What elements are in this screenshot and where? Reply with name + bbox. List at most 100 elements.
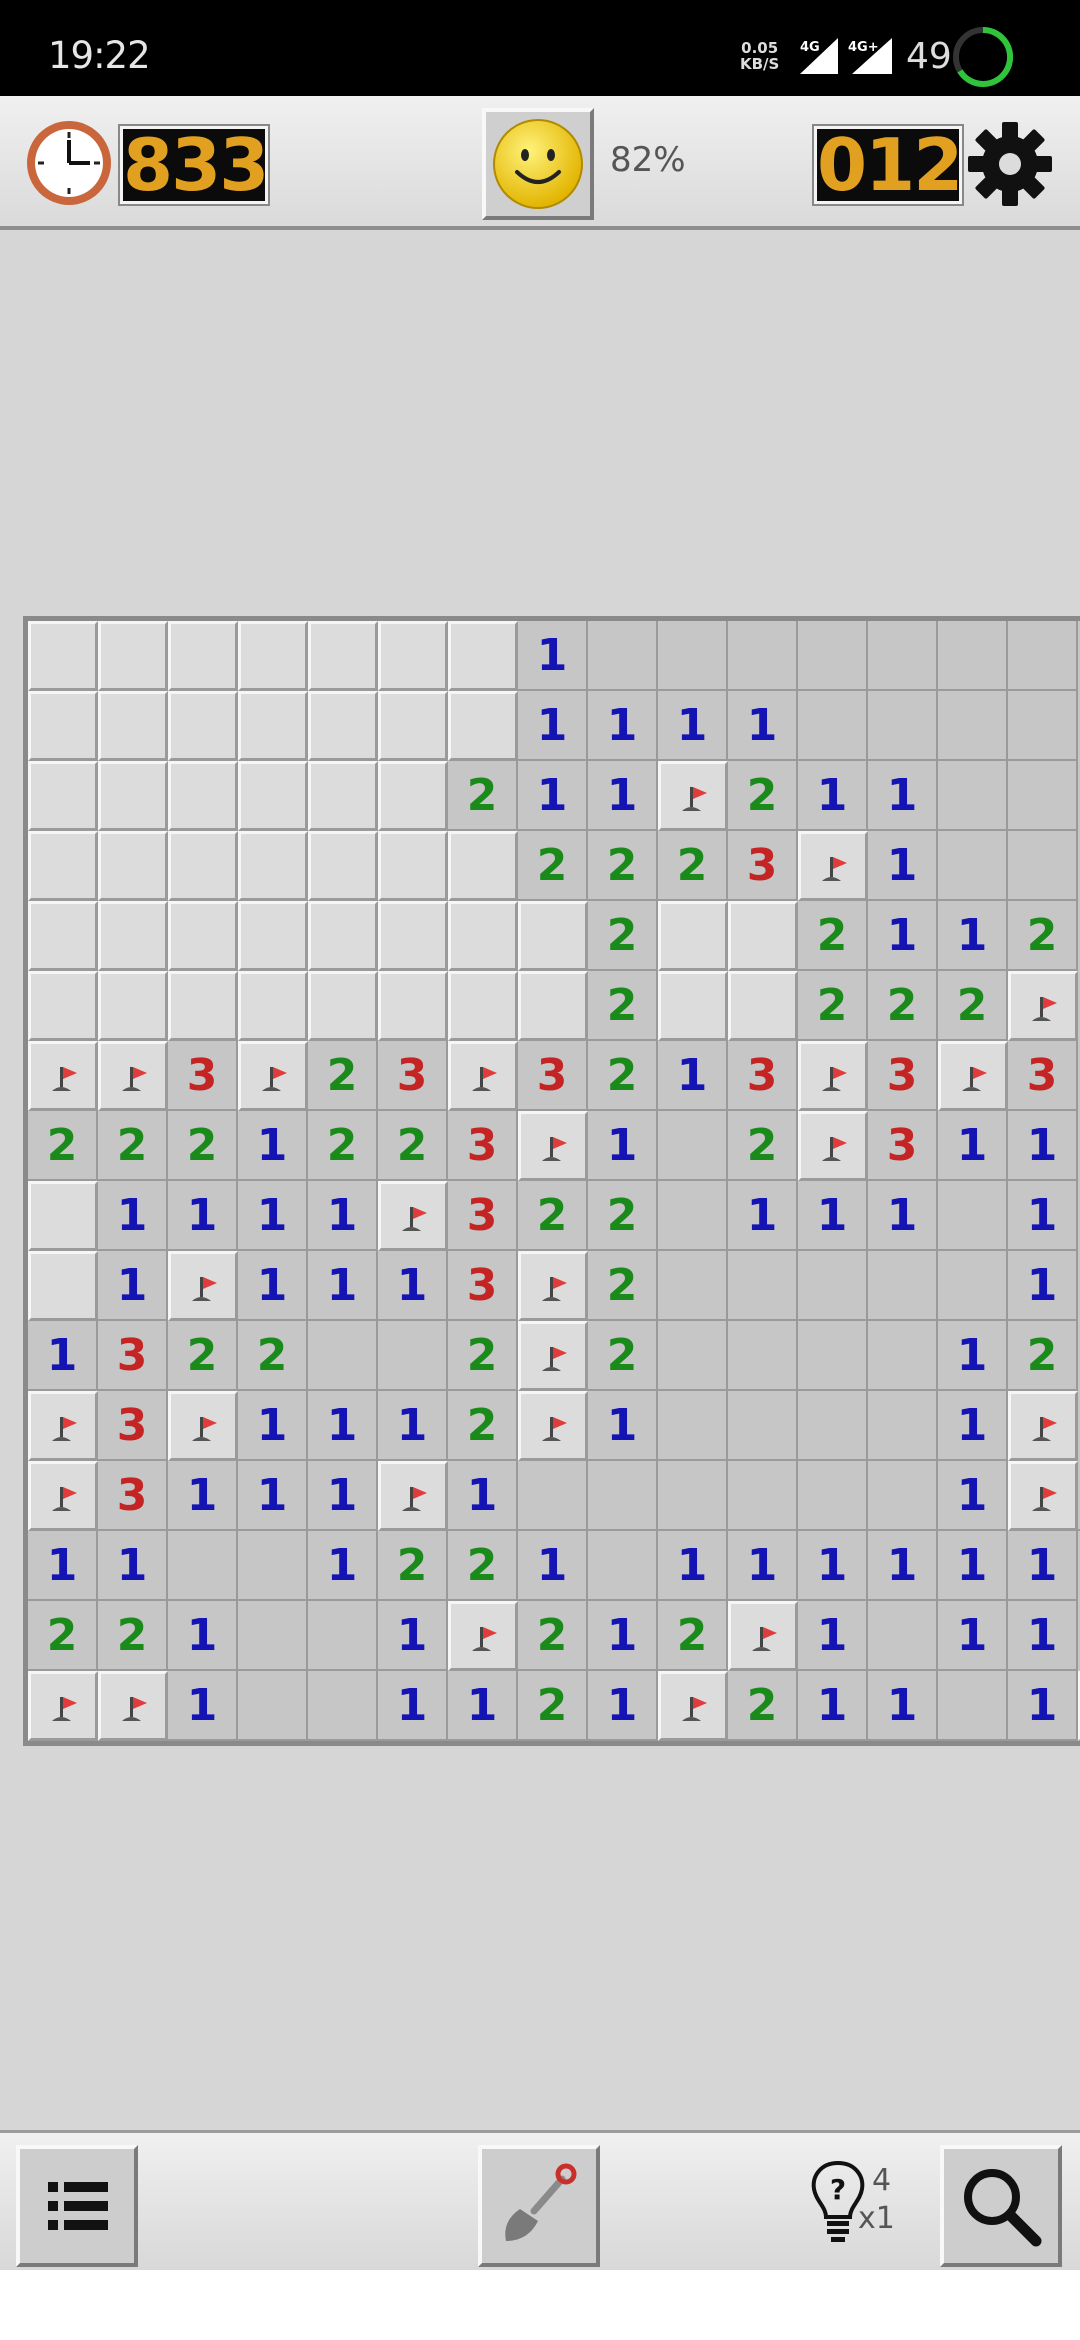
number-cell[interactable]: 1 [658,691,728,761]
number-cell[interactable]: 1 [378,1601,448,1671]
hidden-cell[interactable] [728,971,798,1041]
flagged-cell[interactable] [238,1041,308,1111]
number-cell[interactable]: 1 [798,761,868,831]
hidden-cell[interactable] [378,621,448,691]
number-cell[interactable]: 2 [168,1321,238,1391]
hidden-cell[interactable] [28,621,98,691]
hidden-cell[interactable] [518,971,588,1041]
number-cell[interactable]: 1 [378,1671,448,1741]
revealed-cell[interactable] [728,1461,798,1531]
number-cell[interactable]: 1 [238,1111,308,1181]
flagged-cell[interactable] [518,1321,588,1391]
number-cell[interactable]: 1 [938,1321,1008,1391]
number-cell[interactable]: 2 [378,1111,448,1181]
number-cell[interactable]: 2 [588,971,658,1041]
hidden-cell[interactable] [98,831,168,901]
revealed-cell[interactable] [868,1251,938,1321]
hidden-cell[interactable] [448,831,518,901]
revealed-cell[interactable] [868,621,938,691]
number-cell[interactable]: 2 [518,1601,588,1671]
number-cell[interactable]: 1 [728,1531,798,1601]
number-cell[interactable]: 3 [1008,1041,1078,1111]
hidden-cell[interactable] [28,831,98,901]
hidden-cell[interactable] [28,691,98,761]
revealed-cell[interactable] [1008,761,1078,831]
search-button[interactable] [940,2145,1062,2267]
number-cell[interactable]: 2 [728,761,798,831]
number-cell[interactable]: 1 [1008,1111,1078,1181]
number-cell[interactable]: 2 [588,1251,658,1321]
flagged-cell[interactable] [798,1041,868,1111]
revealed-cell[interactable] [658,1461,728,1531]
flagged-cell[interactable] [658,1671,728,1741]
flagged-cell[interactable] [378,1181,448,1251]
revealed-cell[interactable] [658,1181,728,1251]
number-cell[interactable]: 2 [518,1181,588,1251]
number-cell[interactable]: 1 [1008,1251,1078,1321]
revealed-cell[interactable] [938,621,1008,691]
hidden-cell[interactable] [168,901,238,971]
flagged-cell[interactable] [518,1111,588,1181]
revealed-cell[interactable] [868,1461,938,1531]
revealed-cell[interactable] [798,1321,868,1391]
number-cell[interactable]: 1 [518,761,588,831]
revealed-cell[interactable] [658,1251,728,1321]
revealed-cell[interactable] [868,1391,938,1461]
revealed-cell[interactable] [798,621,868,691]
number-cell[interactable]: 1 [308,1251,378,1321]
hidden-cell[interactable] [238,621,308,691]
number-cell[interactable]: 1 [658,1041,728,1111]
menu-button[interactable] [16,2145,138,2267]
number-cell[interactable]: 2 [658,831,728,901]
number-cell[interactable]: 2 [28,1111,98,1181]
number-cell[interactable]: 1 [798,1601,868,1671]
number-cell[interactable]: 2 [588,831,658,901]
dig-mode-button[interactable] [478,2145,600,2267]
hidden-cell[interactable] [238,831,308,901]
revealed-cell[interactable] [308,1601,378,1671]
revealed-cell[interactable] [588,1461,658,1531]
hidden-cell[interactable] [98,971,168,1041]
number-cell[interactable]: 1 [868,1181,938,1251]
revealed-cell[interactable] [518,1461,588,1531]
hidden-cell[interactable] [28,761,98,831]
flagged-cell[interactable] [518,1391,588,1461]
number-cell[interactable]: 1 [308,1181,378,1251]
revealed-cell[interactable] [798,1461,868,1531]
revealed-cell[interactable] [588,1531,658,1601]
number-cell[interactable]: 2 [448,761,518,831]
flagged-cell[interactable] [98,1041,168,1111]
number-cell[interactable]: 2 [168,1111,238,1181]
number-cell[interactable]: 2 [728,1671,798,1741]
number-cell[interactable]: 1 [588,761,658,831]
hidden-cell[interactable] [308,971,378,1041]
number-cell[interactable]: 1 [378,1391,448,1461]
number-cell[interactable]: 1 [938,1111,1008,1181]
number-cell[interactable]: 3 [378,1041,448,1111]
revealed-cell[interactable] [938,761,1008,831]
number-cell[interactable]: 1 [1008,1181,1078,1251]
hidden-cell[interactable] [518,901,588,971]
number-cell[interactable]: 2 [798,901,868,971]
hidden-cell[interactable] [98,901,168,971]
number-cell[interactable]: 2 [28,1601,98,1671]
number-cell[interactable]: 2 [588,901,658,971]
hidden-cell[interactable] [658,971,728,1041]
number-cell[interactable]: 3 [518,1041,588,1111]
hidden-cell[interactable] [658,901,728,971]
hidden-cell[interactable] [28,971,98,1041]
revealed-cell[interactable] [168,1531,238,1601]
flagged-cell[interactable] [98,1671,168,1741]
number-cell[interactable]: 1 [28,1321,98,1391]
number-cell[interactable]: 1 [868,761,938,831]
hidden-cell[interactable] [378,831,448,901]
number-cell[interactable]: 1 [1008,1531,1078,1601]
flagged-cell[interactable] [28,1671,98,1741]
number-cell[interactable]: 1 [168,1461,238,1531]
hidden-cell[interactable] [168,831,238,901]
number-cell[interactable]: 1 [238,1461,308,1531]
flagged-cell[interactable] [378,1461,448,1531]
hidden-cell[interactable] [308,761,378,831]
revealed-cell[interactable] [308,1671,378,1741]
smiley-button[interactable] [482,108,594,220]
